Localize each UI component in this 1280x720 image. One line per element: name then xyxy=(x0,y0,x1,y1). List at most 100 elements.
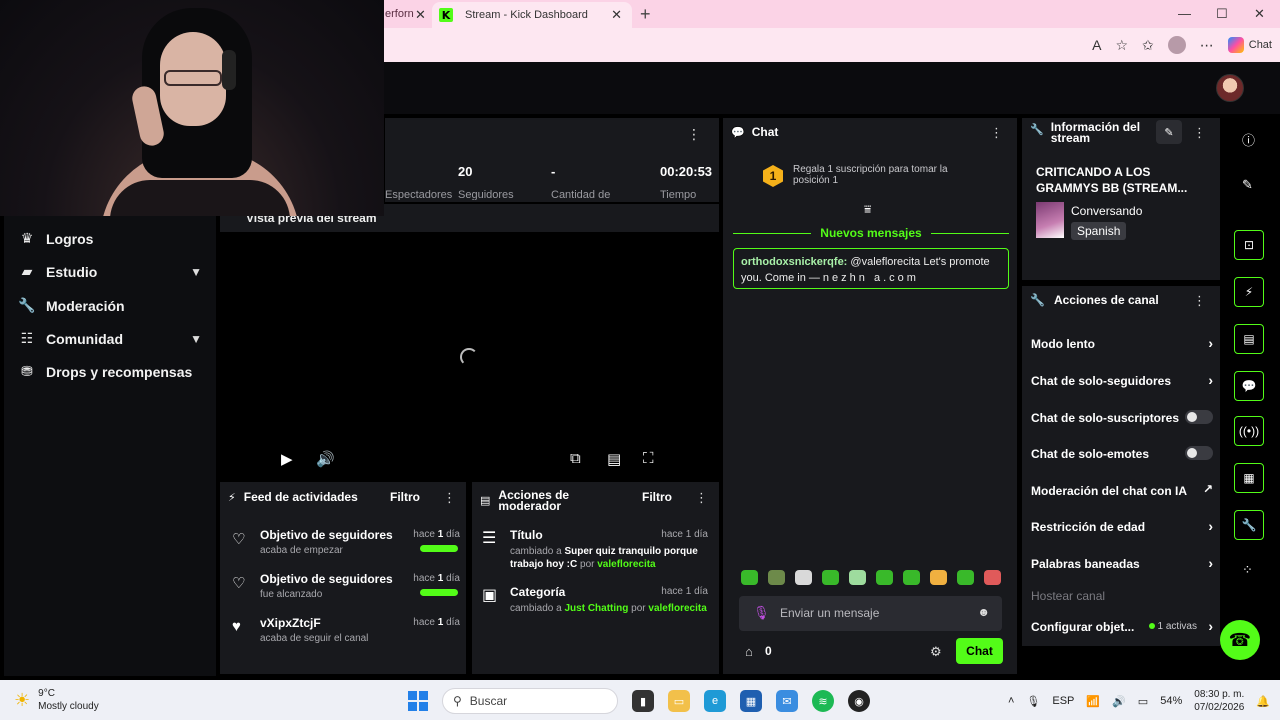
windows-start-icon[interactable] xyxy=(408,691,428,711)
chevron-down-icon: ▼ xyxy=(190,331,202,346)
kebab-menu-icon[interactable]: ⋮ xyxy=(443,490,456,506)
configure-goals-action[interactable]: Configurar objet... 1 activas › xyxy=(1031,618,1213,634)
edit-stream-info-button[interactable]: ✎ xyxy=(1156,120,1182,144)
maximize-icon[interactable]: ☐ xyxy=(1216,6,1228,22)
sidebar-item-comunidad[interactable]: ☷ Comunidad ▼ xyxy=(18,330,208,347)
emotes-only-toggle[interactable] xyxy=(1185,446,1213,460)
picture-in-picture-icon[interactable]: ⧉ xyxy=(570,450,581,467)
dots-cluster-icon[interactable]: ⁘ xyxy=(1242,562,1253,578)
chat-message[interactable]: orthodoxsnickerqfe: @valeflorecita Let's… xyxy=(733,248,1009,289)
emote-icon[interactable] xyxy=(930,570,947,585)
read-aloud-icon[interactable]: A xyxy=(1092,37,1101,53)
emote-icon[interactable] xyxy=(822,570,839,585)
browser-tab-previous[interactable]: erforn ✕ xyxy=(385,0,433,28)
user-avatar[interactable] xyxy=(1216,74,1244,102)
rail-button-focus[interactable]: ⊡ xyxy=(1234,230,1264,260)
moderator-filter-button[interactable]: Filtro xyxy=(642,490,672,504)
emote-icon[interactable] xyxy=(849,570,866,585)
sidebar-item-estudio[interactable]: ▰ Estudio ▼ xyxy=(18,263,208,280)
mod-user-link[interactable]: valeflorecita xyxy=(597,559,655,570)
taskbar-search[interactable]: ⚲ Buscar xyxy=(442,688,618,714)
rail-button-layout[interactable]: ▦ xyxy=(1234,463,1264,493)
kebab-menu-icon[interactable]: ⋮ xyxy=(990,125,1003,141)
pinned-collapse-icon[interactable]: ⩸ xyxy=(864,202,871,217)
rail-button-wrench[interactable]: 🔧 xyxy=(1234,510,1264,540)
slow-mode-action[interactable]: Modo lento › xyxy=(1031,335,1213,351)
host-channel-action[interactable]: Hostear canal xyxy=(1031,589,1213,603)
task-view-icon[interactable]: ▮ xyxy=(632,690,654,712)
spotify-icon[interactable]: ≋ xyxy=(812,690,834,712)
browser-tab-active[interactable]: K Stream - Kick Dashboard ✕ xyxy=(432,2,632,28)
volume-icon[interactable]: 🔊 xyxy=(316,450,335,468)
new-tab-icon[interactable]: + xyxy=(640,4,651,25)
store-icon[interactable]: ⌂ xyxy=(745,644,753,659)
chat-message-input[interactable]: 🎙 Enviar un mensaje ☻ xyxy=(739,596,1002,631)
window-close-icon[interactable]: ✕ xyxy=(1254,6,1265,22)
rail-button-chat[interactable]: 💬 xyxy=(1234,371,1264,401)
obs-icon[interactable]: ◉ xyxy=(848,690,870,712)
chat-message-user[interactable]: orthodoxsnickerqfe: xyxy=(741,256,847,268)
gear-icon[interactable]: ⚙ xyxy=(930,644,942,660)
weather-desc: Mostly cloudy xyxy=(38,701,99,712)
rail-button-lightning[interactable]: ⚡ xyxy=(1234,277,1264,307)
emote-icon[interactable] xyxy=(768,570,785,585)
input-language[interactable]: ESP xyxy=(1052,695,1074,707)
profile-avatar-icon[interactable] xyxy=(1167,36,1186,54)
microphone-icon[interactable]: 🎙 xyxy=(1026,695,1040,708)
wifi-icon[interactable]: 📶 xyxy=(1086,695,1100,708)
action-label: Moderación del chat con IA xyxy=(1031,484,1188,498)
support-chat-button[interactable]: ☎ xyxy=(1220,620,1260,660)
notifications-icon[interactable]: 🔔 xyxy=(1256,695,1270,708)
sidebar-item-moderacion[interactable]: 🔧 Moderación xyxy=(18,297,208,314)
activity-filter-button[interactable]: Filtro xyxy=(390,490,420,504)
volume-icon[interactable]: 🔊 xyxy=(1112,695,1126,708)
kebab-menu-icon[interactable]: ⋮ xyxy=(687,126,701,143)
file-explorer-icon[interactable]: ▭ xyxy=(668,690,690,712)
ai-moderation-action[interactable]: Moderación del chat con IA ↗ xyxy=(1031,482,1213,498)
rail-button-broadcast[interactable]: ((•)) xyxy=(1234,416,1264,446)
banned-words-action[interactable]: Palabras baneadas › xyxy=(1031,555,1213,571)
more-menu-icon[interactable]: ⋯ xyxy=(1200,37,1214,54)
kebab-menu-icon[interactable]: ⋮ xyxy=(1193,125,1206,141)
followers-only-action[interactable]: Chat de solo-seguidores › xyxy=(1031,372,1213,388)
sidebar-item-drops[interactable]: ⛃ Drops y recompensas xyxy=(18,363,208,380)
kebab-menu-icon[interactable]: ⋮ xyxy=(1193,293,1206,309)
pencil-icon: ✎ xyxy=(1164,126,1174,139)
emoji-picker-icon[interactable]: ☻ xyxy=(977,605,990,619)
system-clock[interactable]: 08:30 p. m. 07/02/2026 xyxy=(1194,688,1244,714)
chevron-up-icon[interactable]: ˄ xyxy=(1008,695,1014,707)
close-icon[interactable]: ✕ xyxy=(611,7,622,23)
info-icon[interactable]: ⓘ xyxy=(1242,130,1255,149)
emote-icon[interactable] xyxy=(903,570,920,585)
favorite-star-icon[interactable]: ☆ xyxy=(1115,37,1128,54)
mod-user-link[interactable]: valeflorecita xyxy=(648,603,706,614)
weather-widget[interactable]: ☀ 9°C Mostly cloudy xyxy=(14,687,99,713)
subscribers-only-toggle[interactable] xyxy=(1185,410,1213,424)
store-app-icon[interactable]: ▦ xyxy=(740,690,762,712)
age-restriction-action[interactable]: Restricción de edad › xyxy=(1031,518,1213,534)
kebab-menu-icon[interactable]: ⋮ xyxy=(695,490,708,506)
edge-browser-icon[interactable]: e xyxy=(704,690,726,712)
battery-icon[interactable]: ▭ xyxy=(1138,695,1148,708)
theater-mode-icon[interactable]: ▤ xyxy=(607,450,621,468)
emote-icon[interactable] xyxy=(741,570,758,585)
rail-button-document[interactable]: ▤ xyxy=(1234,324,1264,354)
chat-send-button[interactable]: Chat xyxy=(956,638,1003,664)
emote-icon[interactable] xyxy=(876,570,893,585)
close-icon[interactable]: ✕ xyxy=(415,7,426,23)
emote-icon[interactable] xyxy=(957,570,974,585)
sidebar-item-logros[interactable]: ♛ Logros xyxy=(18,230,208,247)
pencil-icon[interactable]: ✎ xyxy=(1242,177,1253,193)
webcam-top xyxy=(110,180,290,216)
minimize-icon[interactable]: — xyxy=(1178,6,1191,21)
play-icon[interactable]: ▶ xyxy=(281,450,293,468)
favorites-icon[interactable]: ✩ xyxy=(1142,37,1154,54)
emote-icon[interactable] xyxy=(795,570,812,585)
outlook-icon[interactable]: ✉ xyxy=(776,690,798,712)
fullscreen-icon[interactable]: ⛶ xyxy=(643,450,654,467)
copilot-button[interactable]: Chat xyxy=(1227,37,1272,53)
category-name[interactable]: Conversando xyxy=(1071,204,1142,218)
gift-sub-promo[interactable]: 1 Regala 1 suscripción para tomar la pos… xyxy=(763,164,973,187)
emote-icon[interactable] xyxy=(984,570,1001,585)
microphone-icon[interactable]: 🎙 xyxy=(753,605,770,621)
